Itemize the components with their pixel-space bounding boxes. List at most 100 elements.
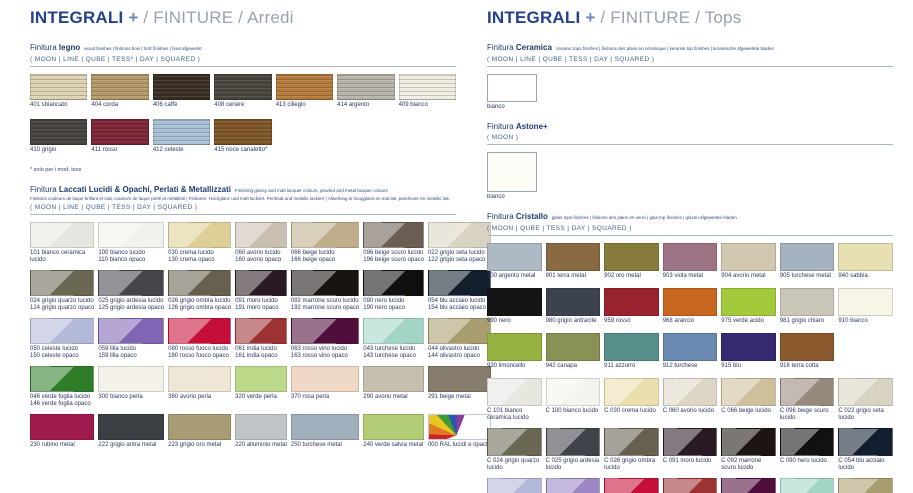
- swatch-cell: 223 grigio oro metal: [168, 414, 231, 452]
- swatch-cell: C 091 moro lucido: [663, 428, 718, 471]
- swatch-labels: 916 terra cotta: [780, 363, 835, 370]
- swatch-label: 360 avorio perla: [168, 394, 231, 401]
- finish-swatch: [487, 428, 542, 456]
- swatch-labels: 408 cenere: [214, 102, 271, 109]
- swatch-labels: 090 nero lucido190 nero opaco: [363, 298, 424, 311]
- swatch-labels: 066 beige lucido166 beige opaco: [291, 250, 359, 263]
- swatch-cell: 915 blu: [721, 333, 776, 371]
- swatch-cell: C 063 rosso vino lucido: [721, 478, 776, 493]
- swatch-cell: 101 bianco ceramicalucido: [30, 222, 94, 263]
- swatch-label: 411 rosso: [91, 147, 148, 154]
- finish-swatch: [428, 270, 491, 296]
- swatch-grid: 401 sbiancato404 corda406 caffè408 cener…: [30, 74, 456, 157]
- swatch-labels: 000 RAL lucidi e opachi: [428, 442, 491, 449]
- swatch-labels: 044 olivastro lucido144 olivastro opaco: [428, 346, 491, 359]
- finish-swatch: [363, 270, 424, 296]
- swatch-labels: 406 caffè: [153, 102, 210, 109]
- swatch-label: 043 turchese lucido: [363, 346, 424, 353]
- swatch-labels: 902 oro metal: [604, 273, 659, 280]
- finish-swatch: [838, 288, 893, 316]
- swatch-label: C 026 grigio ombra lucido: [604, 458, 659, 471]
- swatch-label: 122 grigio seta opaco: [428, 257, 491, 264]
- finish-swatch: [363, 414, 424, 440]
- swatch-cell: C 090 nero lucido: [780, 428, 835, 471]
- swatch-labels: C 090 nero lucido: [780, 458, 835, 465]
- title-brand: INTEGRALI: [30, 8, 123, 27]
- swatch-labels: 412 celeste: [153, 147, 210, 154]
- finish-swatch: [276, 74, 333, 100]
- finish-swatch: [780, 333, 835, 361]
- swatch-label: lucido: [30, 257, 94, 264]
- swatch-labels: 092 marrone scuro lucido192 marrone scur…: [291, 298, 359, 311]
- swatch-labels: 370 rosa perla: [291, 394, 359, 401]
- swatch-cell: C 061 india lucido: [663, 478, 718, 493]
- swatch-labels: 063 rosso vino lucido163 rosso vino opac…: [291, 346, 359, 359]
- swatch-cell: 290 avorio metal: [363, 366, 424, 407]
- finish-swatch: [91, 74, 148, 100]
- swatch-cell: C 096 beige scuro lucido: [780, 378, 835, 421]
- swatch-label: 092 marrone scuro lucido: [291, 298, 359, 305]
- finish-swatch: [604, 288, 659, 316]
- ral-fan-icon: [428, 414, 491, 440]
- finish-swatch: [721, 288, 776, 316]
- finish-swatch: [780, 243, 835, 271]
- section-translations-2: Finitions couleurs de laque brillant et …: [30, 196, 456, 201]
- swatch-cell: 411 rosso: [91, 119, 148, 157]
- swatch-label: 160 avorio opaco: [235, 257, 287, 264]
- swatch-label: 222 grigio antra metal: [98, 442, 164, 449]
- swatch-cell: 080 rosso fuoco lucido180 rosso fuoco op…: [168, 318, 231, 359]
- finish-swatch: [487, 74, 537, 102]
- finish-swatch: [604, 428, 659, 456]
- models-list: ( MOON | LINE | QUBE | TESS* | DAY | SQU…: [30, 56, 456, 63]
- swatch-labels: 050 celeste lucido150 celeste opaco: [30, 346, 94, 359]
- swatch-cell: 905 turchese metal: [780, 243, 835, 281]
- swatch-labels: 222 grigio antra metal: [98, 442, 164, 449]
- finish-swatch: [235, 366, 287, 392]
- swatch-label: 401 sbiancato: [30, 102, 87, 109]
- swatch-label: 124 grigio quarzo opaco: [30, 305, 94, 312]
- finish-swatch: [487, 288, 542, 316]
- swatch-label: 415 noce canaletto*: [214, 147, 271, 154]
- swatch-label: 096 beige scuro lucido: [363, 250, 424, 257]
- swatch-label: 413 ciliegio: [276, 102, 333, 109]
- finish-swatch: [399, 74, 456, 100]
- models-list: ( MOON | LINE | QUBE | TESS | DAY | SQUA…: [30, 204, 456, 211]
- section-finitura-astone: Finitura Astone+( MOON )bianco: [487, 120, 893, 200]
- swatch-cell: 046 verde foglia lucido146 verde foglia …: [30, 366, 94, 407]
- finish-swatch: [235, 270, 287, 296]
- finish-swatch: [168, 270, 231, 296]
- swatch-label: C 024 grigio quarzo lucido: [487, 458, 542, 471]
- swatch-labels: 900 argento metal: [487, 273, 542, 280]
- section-name-prefix: Finitura: [487, 212, 516, 221]
- swatch-cell: 320 verde perla: [235, 366, 287, 407]
- finish-swatch: [91, 119, 148, 145]
- finish-swatch: [721, 428, 776, 456]
- swatch-labels: 300 bianco perla: [98, 394, 164, 401]
- finish-swatch: [291, 414, 359, 440]
- swatch-label: 025 grigio ardesia lucido: [98, 298, 164, 305]
- swatch-cell: C 060 avorio lucido: [663, 378, 718, 421]
- footnote: * solo per i mod. tess: [30, 167, 456, 173]
- finish-swatch: [98, 222, 164, 248]
- title-brand: INTEGRALI: [487, 8, 580, 27]
- breadcrumb: / FINITURE / Arredi: [143, 8, 293, 27]
- swatch-cell: C 043 turchese lucido: [780, 478, 835, 493]
- swatch-cell: 930 limoncello: [487, 333, 542, 371]
- finish-swatch: [487, 152, 537, 192]
- section-name: legno: [59, 43, 80, 52]
- swatch-label: 916 terra cotta: [780, 363, 835, 370]
- finish-swatch: [546, 243, 601, 271]
- swatch-cell: 030 crema lucido130 crema opaco: [168, 222, 231, 263]
- swatch-labels: 904 avorio metal: [721, 273, 776, 280]
- swatch-label: 905 turchese metal: [780, 273, 835, 280]
- section-finitura-laccati: Finitura Laccati Lucidi & Opachi, Perlat…: [30, 183, 456, 452]
- swatch-label: 900 argento metal: [487, 273, 542, 280]
- section-translations: glass tops finishes | finitions des plan…: [552, 215, 737, 220]
- swatch-label: 980 grigio antracite: [546, 318, 601, 325]
- finish-swatch: [98, 414, 164, 440]
- finish-swatch: [168, 414, 231, 440]
- swatch-cell: bianco: [487, 74, 537, 110]
- finish-swatch: [363, 222, 424, 248]
- swatch-cell: 370 rosa perla: [291, 366, 359, 407]
- empty-cell: [399, 119, 456, 157]
